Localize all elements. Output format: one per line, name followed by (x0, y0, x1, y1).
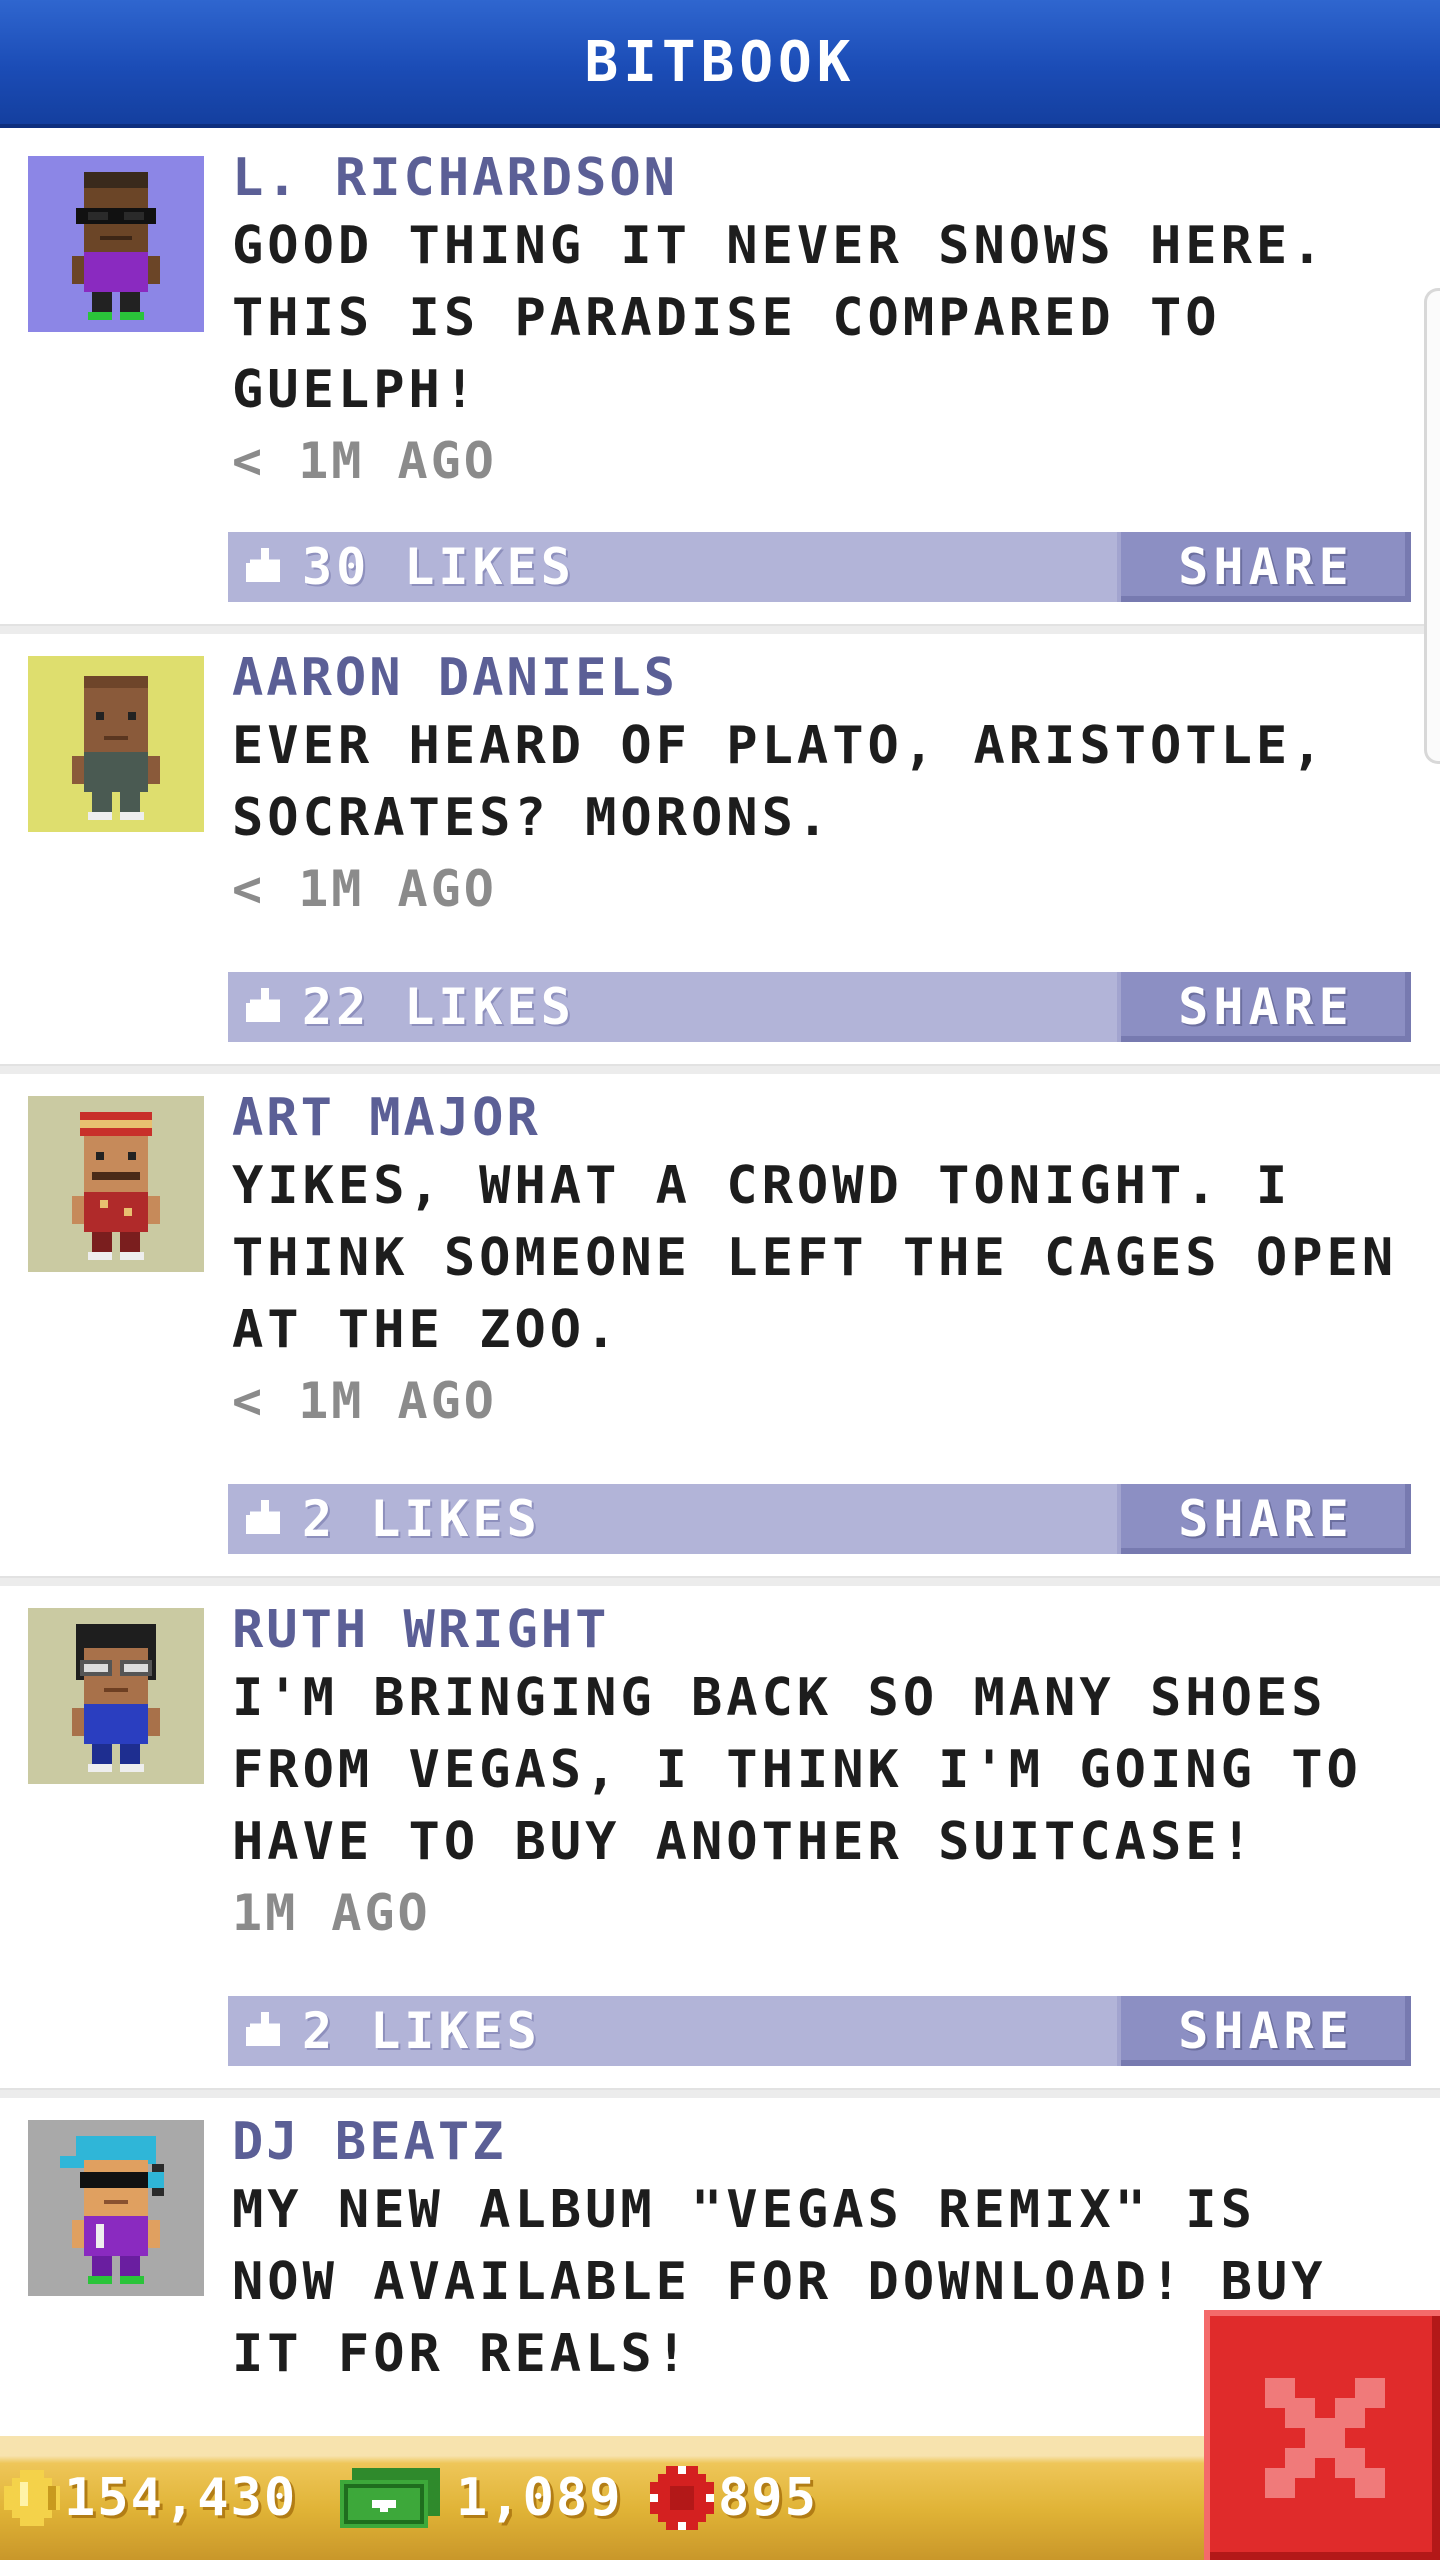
post-ruth-wright: RUTH WRIGHT I'M BRINGING BACK SO MANY SH… (0, 1580, 1440, 2098)
post-text-line: YIKES, WHAT A CROWD TONIGHT. I (232, 1156, 1292, 1216)
thumbs-up-icon (246, 988, 281, 1023)
post-text-line: NOW AVAILABLE FOR DOWNLOAD! BUY (232, 2252, 1327, 2312)
post-action-bar: 2 LIKES SHARE (228, 1484, 1411, 1554)
post-aaron-daniels: AARON DANIELS EVER HEARD OF PLATO, ARIST… (0, 628, 1440, 1074)
bitbux-bill-icon (340, 2468, 440, 2528)
share-button[interactable]: SHARE (1117, 1996, 1411, 2066)
bux-stat: 1,089 (340, 2440, 623, 2556)
post-timestamp: 1M AGO (232, 1884, 431, 1942)
like-button[interactable]: 22 LIKES (228, 972, 1108, 1042)
close-x-icon (1265, 2378, 1385, 2498)
post-action-bar: 2 LIKES SHARE (228, 1996, 1411, 2066)
post-timestamp: < 1M AGO (232, 1372, 497, 1430)
thumbs-up-icon (246, 2012, 281, 2047)
close-button[interactable] (1204, 2310, 1440, 2560)
avatar-ruth-wright[interactable] (28, 1608, 204, 1784)
like-button[interactable]: 2 LIKES (228, 1484, 1108, 1554)
post-text-line: FROM VEGAS, I THINK I'M GOING TO (232, 1740, 1362, 1800)
likes-count: 2 LIKES (302, 2002, 541, 2060)
thumbs-up-icon (246, 1500, 281, 1535)
post-content: L. RICHARDSON GOOD THING IT NEVER SNOWS … (232, 146, 1412, 496)
post-text-line: THIS IS PARADISE COMPARED TO (232, 288, 1221, 348)
share-button[interactable]: SHARE (1117, 532, 1411, 602)
post-text-line: GUELPH! (232, 360, 480, 420)
like-button[interactable]: 30 LIKES (228, 532, 1108, 602)
share-button[interactable]: SHARE (1117, 972, 1411, 1042)
avatar-l-richardson[interactable] (28, 156, 204, 332)
coins-stat: 154,430 (4, 2440, 297, 2556)
post-text-line: SOCRATES? MORONS. (232, 788, 833, 848)
post-content: ART MAJOR YIKES, WHAT A CROWD TONIGHT. I… (232, 1086, 1412, 1436)
post-text-line: I'M BRINGING BACK SO MANY SHOES (232, 1668, 1327, 1728)
post-content: RUTH WRIGHT I'M BRINGING BACK SO MANY SH… (232, 1598, 1412, 1948)
post-timestamp: < 1M AGO (232, 860, 497, 918)
share-label: SHARE (1178, 2002, 1354, 2060)
likes-count: 30 LIKES (302, 538, 575, 596)
share-button[interactable]: SHARE (1117, 1484, 1411, 1554)
avatar-dj-beatz[interactable] (28, 2120, 204, 2296)
thumbs-up-icon (246, 548, 281, 583)
post-text-line: THINK SOMEONE LEFT THE CAGES OPEN (232, 1228, 1398, 1288)
post-author[interactable]: ART MAJOR (232, 1086, 1412, 1150)
post-text-line: EVER HEARD OF PLATO, ARISTOTLE, (232, 716, 1327, 776)
post-text-line: HAVE TO BUY ANOTHER SUITCASE! (232, 1812, 1256, 1872)
share-label: SHARE (1178, 1490, 1354, 1548)
likes-count: 2 LIKES (302, 1490, 541, 1548)
post-action-bar: 30 LIKES SHARE (228, 532, 1411, 602)
post-text-line: AT THE ZOO. (232, 1300, 621, 1360)
likes-count: 22 LIKES (302, 978, 575, 1036)
page-title: BITBOOK (584, 29, 856, 95)
avatar-aaron-daniels[interactable] (28, 656, 204, 832)
post-text-line: GOOD THING IT NEVER SNOWS HERE. (232, 216, 1327, 276)
chips-value: 895 (718, 2468, 818, 2528)
app-header: BITBOOK (0, 0, 1440, 128)
share-label: SHARE (1178, 538, 1354, 596)
casino-chip-icon (650, 2466, 714, 2530)
avatar-art-major[interactable] (28, 1096, 204, 1272)
like-button[interactable]: 2 LIKES (228, 1996, 1108, 2066)
post-author[interactable]: RUTH WRIGHT (232, 1598, 1412, 1662)
post-timestamp: < 1M AGO (232, 432, 497, 490)
post-author[interactable]: AARON DANIELS (232, 646, 1412, 710)
post-action-bar: 22 LIKES SHARE (228, 972, 1411, 1042)
post-content: AARON DANIELS EVER HEARD OF PLATO, ARIST… (232, 646, 1412, 924)
post-l-richardson: L. RICHARDSON GOOD THING IT NEVER SNOWS … (0, 128, 1440, 634)
gold-coin-icon (4, 2470, 60, 2526)
post-feed[interactable]: L. RICHARDSON GOOD THING IT NEVER SNOWS … (0, 128, 1440, 2492)
post-text-line: MY NEW ALBUM "VEGAS REMIX" IS (232, 2180, 1256, 2240)
share-label: SHARE (1178, 978, 1354, 1036)
post-author[interactable]: L. RICHARDSON (232, 146, 1412, 210)
bux-value: 1,089 (456, 2468, 623, 2528)
scrollbar-thumb[interactable] (1424, 288, 1440, 764)
chips-stat: 895 (650, 2440, 818, 2556)
post-author[interactable]: DJ BEATZ (232, 2110, 1412, 2174)
post-art-major: ART MAJOR YIKES, WHAT A CROWD TONIGHT. I… (0, 1068, 1440, 1586)
coins-value: 154,430 (64, 2468, 298, 2528)
